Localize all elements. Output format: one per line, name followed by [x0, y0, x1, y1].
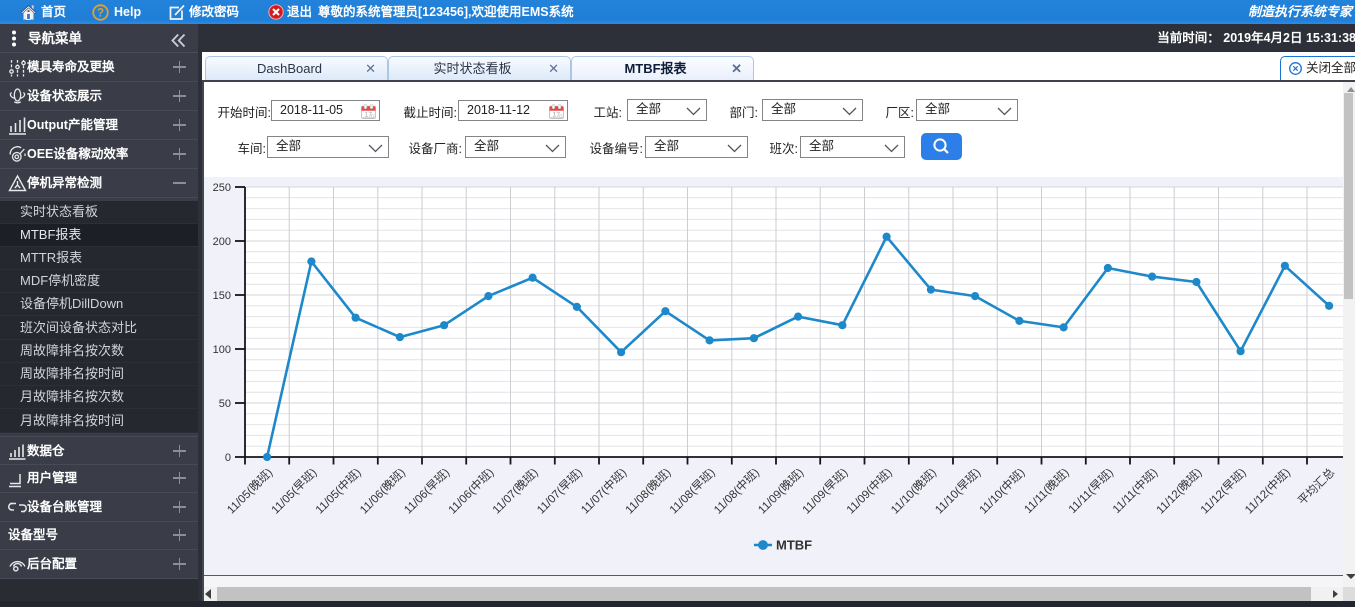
svg-text:11/06(早班): 11/06(早班)	[402, 466, 453, 517]
svg-text:11/06(晚班): 11/06(晚班)	[357, 466, 408, 517]
svg-text:11/12(早班): 11/12(早班)	[1198, 466, 1249, 517]
svg-text:MTBF: MTBF	[776, 538, 812, 553]
svg-text:11/11(中班): 11/11(中班)	[1110, 466, 1160, 516]
svg-text:11/10(晚班): 11/10(晚班)	[888, 466, 939, 517]
svg-text:11/09(早班): 11/09(早班)	[800, 466, 851, 517]
svg-text:11/10(早班): 11/10(早班)	[933, 466, 984, 517]
svg-text:11/07(晚班): 11/07(晚班)	[490, 466, 541, 517]
svg-text:11/12(中班): 11/12(中班)	[1242, 466, 1293, 517]
svg-text:11/10(中班): 11/10(中班)	[977, 466, 1028, 517]
svg-text:11/11(早班): 11/11(早班)	[1066, 466, 1116, 516]
svg-text:11/05(早班): 11/05(早班)	[269, 466, 320, 517]
svg-text:17: 17	[553, 111, 561, 118]
svg-text:150: 150	[213, 290, 231, 302]
svg-text:11/11(晚班): 11/11(晚班)	[1022, 466, 1072, 516]
svg-text:11/07(早班): 11/07(早班)	[534, 466, 585, 517]
svg-text:?: ?	[97, 8, 104, 20]
svg-text:200: 200	[213, 236, 231, 248]
svg-text:50: 50	[219, 398, 231, 410]
svg-text:11/08(早班): 11/08(早班)	[667, 466, 718, 517]
svg-text:11/08(晚班): 11/08(晚班)	[623, 466, 674, 517]
svg-text:11/09(中班): 11/09(中班)	[844, 466, 895, 517]
svg-text:250: 250	[213, 182, 231, 194]
svg-text:11/05(晚班): 11/05(晚班)	[225, 466, 276, 517]
svg-text:11/12(晚班): 11/12(晚班)	[1154, 466, 1205, 517]
svg-text:11/09(晚班): 11/09(晚班)	[756, 466, 807, 517]
svg-text:平均汇总: 平均汇总	[1295, 465, 1338, 508]
svg-text:17: 17	[365, 111, 373, 118]
svg-text:11/05(中班): 11/05(中班)	[313, 466, 364, 517]
svg-text:11/07(中班): 11/07(中班)	[579, 466, 630, 517]
svg-text:100: 100	[213, 344, 231, 356]
svg-text:11/08(中班): 11/08(中班)	[711, 466, 762, 517]
svg-text:0: 0	[225, 452, 231, 464]
svg-text:11/06(中班): 11/06(中班)	[446, 466, 497, 517]
